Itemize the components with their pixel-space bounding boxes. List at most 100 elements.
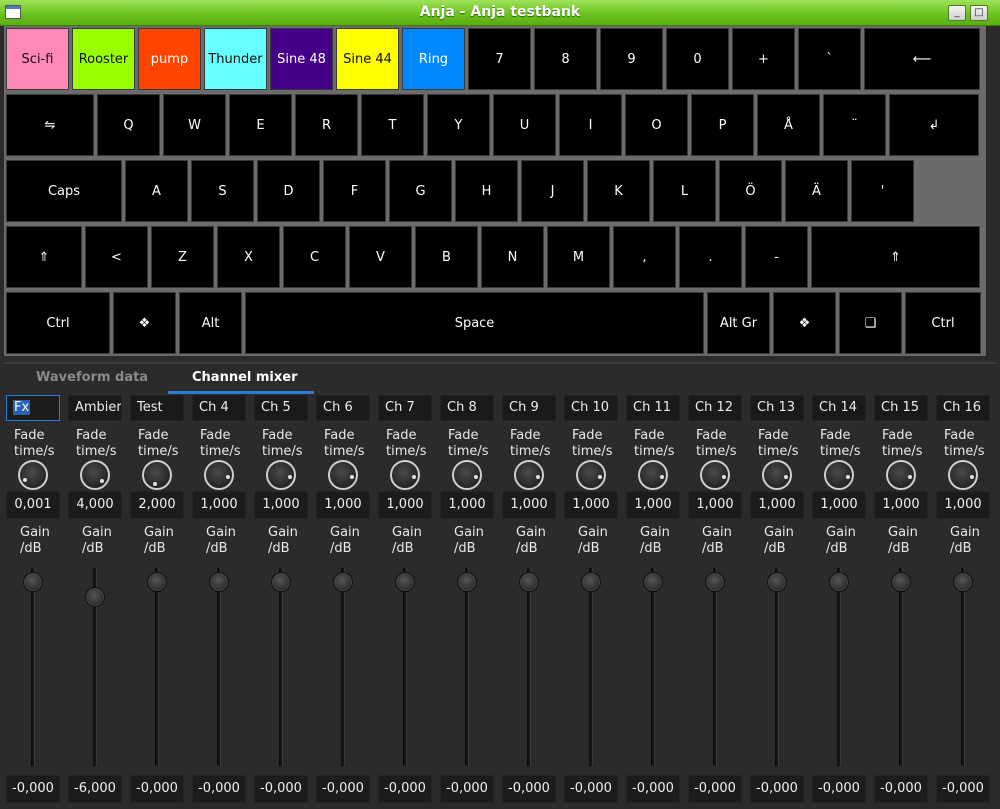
- gain-slider-track[interactable]: [279, 568, 283, 766]
- sound-key-sine-48[interactable]: Sine 48: [270, 28, 333, 90]
- channel-name-field[interactable]: Test: [130, 395, 184, 421]
- gain-slider-track[interactable]: [465, 568, 469, 766]
- gain-slider-handle[interactable]: [457, 572, 477, 592]
- fade-time-knob[interactable]: [514, 460, 544, 490]
- gain-value-field[interactable]: -0,000: [6, 775, 60, 803]
- gain-slider-handle[interactable]: [85, 587, 105, 607]
- fade-time-value-field[interactable]: 4,000: [68, 491, 122, 519]
- gain-value-field[interactable]: -0,000: [192, 775, 246, 803]
- fade-time-knob[interactable]: [700, 460, 730, 490]
- fade-time-value-field[interactable]: 1,000: [874, 491, 928, 519]
- fade-time-value-field[interactable]: 1,000: [254, 491, 308, 519]
- channel-name-field[interactable]: Ch 16: [936, 395, 990, 421]
- super-key[interactable]: ❖: [113, 292, 176, 354]
- sound-key-pump[interactable]: pump: [138, 28, 201, 90]
- channel-name-field[interactable]: Ch 9: [502, 395, 556, 421]
- key-t[interactable]: T: [361, 94, 424, 156]
- gain-slider-track[interactable]: [31, 568, 35, 766]
- key-ä[interactable]: Ä: [785, 160, 848, 222]
- gain-slider-track[interactable]: [961, 568, 965, 766]
- channel-name-field[interactable]: Ch 7: [378, 395, 432, 421]
- gain-slider-handle[interactable]: [147, 572, 167, 592]
- minimize-button[interactable]: _: [948, 5, 966, 21]
- fade-time-knob[interactable]: [762, 460, 792, 490]
- key-o[interactable]: O: [625, 94, 688, 156]
- channel-name-field[interactable]: Ch 15: [874, 395, 928, 421]
- channel-name-field[interactable]: Ambier: [68, 395, 122, 421]
- ctrl-key[interactable]: Ctrl: [6, 292, 110, 354]
- fade-time-value-field[interactable]: 1,000: [378, 491, 432, 519]
- key-k[interactable]: K: [587, 160, 650, 222]
- gain-slider-track[interactable]: [527, 568, 531, 766]
- key-z[interactable]: Z: [151, 226, 214, 288]
- gain-value-field[interactable]: -0,000: [564, 775, 618, 803]
- key-p[interactable]: P: [691, 94, 754, 156]
- channel-name-field[interactable]: Ch 8: [440, 395, 494, 421]
- alt-gr-key[interactable]: Alt Gr: [707, 292, 770, 354]
- fade-time-knob[interactable]: [452, 460, 482, 490]
- gain-slider-handle[interactable]: [23, 572, 43, 592]
- fade-time-value-field[interactable]: 0,001: [6, 491, 60, 519]
- gain-slider-track[interactable]: [589, 568, 593, 766]
- super-key[interactable]: ❖: [773, 292, 836, 354]
- fade-time-knob[interactable]: [390, 460, 420, 490]
- key-q[interactable]: Q: [97, 94, 160, 156]
- key-[interactable]: <: [85, 226, 148, 288]
- gain-slider-handle[interactable]: [705, 572, 725, 592]
- key-v[interactable]: V: [349, 226, 412, 288]
- tab-key[interactable]: ⇋: [6, 94, 94, 156]
- sound-key-ring[interactable]: Ring: [402, 28, 465, 90]
- fade-time-value-field[interactable]: 1,000: [750, 491, 804, 519]
- channel-name-field[interactable]: Fx: [6, 395, 60, 421]
- gain-slider-handle[interactable]: [209, 572, 229, 592]
- gain-slider-track[interactable]: [341, 568, 345, 766]
- gain-slider-track[interactable]: [217, 568, 221, 766]
- gain-value-field[interactable]: -0,000: [812, 775, 866, 803]
- key-[interactable]: `: [798, 28, 861, 90]
- gain-slider-track[interactable]: [651, 568, 655, 766]
- fade-time-value-field[interactable]: 1,000: [626, 491, 680, 519]
- fade-time-knob[interactable]: [638, 460, 668, 490]
- title-bar[interactable]: Anja - Anja testbank _ □: [0, 0, 1000, 26]
- gain-value-field[interactable]: -0,000: [378, 775, 432, 803]
- key-a[interactable]: A: [125, 160, 188, 222]
- channel-name-field[interactable]: Ch 14: [812, 395, 866, 421]
- key-i[interactable]: I: [559, 94, 622, 156]
- key-y[interactable]: Y: [427, 94, 490, 156]
- channel-name-field[interactable]: Ch 6: [316, 395, 370, 421]
- key-m[interactable]: M: [547, 226, 610, 288]
- gain-slider-handle[interactable]: [829, 572, 849, 592]
- gain-slider-track[interactable]: [837, 568, 841, 766]
- gain-value-field[interactable]: -0,000: [626, 775, 680, 803]
- shift-key[interactable]: ⇑: [6, 226, 82, 288]
- key-h[interactable]: H: [455, 160, 518, 222]
- key-n[interactable]: N: [481, 226, 544, 288]
- key-l[interactable]: L: [653, 160, 716, 222]
- gain-value-field[interactable]: -0,000: [874, 775, 928, 803]
- key-[interactable]: ¨: [823, 94, 886, 156]
- key-[interactable]: ': [851, 160, 914, 222]
- gain-slider-handle[interactable]: [271, 572, 291, 592]
- menu-key[interactable]: ❑: [839, 292, 902, 354]
- gain-value-field[interactable]: -0,000: [440, 775, 494, 803]
- key-s[interactable]: S: [191, 160, 254, 222]
- channel-name-field[interactable]: Ch 12: [688, 395, 742, 421]
- enter-key[interactable]: ↲: [889, 94, 979, 156]
- shift-key[interactable]: ⇑: [811, 226, 980, 288]
- backspace-key[interactable]: ⟵: [864, 28, 980, 90]
- key-x[interactable]: X: [217, 226, 280, 288]
- gain-slider-handle[interactable]: [581, 572, 601, 592]
- gain-slider-handle[interactable]: [953, 572, 973, 592]
- fade-time-knob[interactable]: [18, 460, 48, 490]
- fade-time-value-field[interactable]: 1,000: [688, 491, 742, 519]
- key-j[interactable]: J: [521, 160, 584, 222]
- gain-value-field[interactable]: -0,000: [130, 775, 184, 803]
- gain-value-field[interactable]: -6,000: [68, 775, 122, 803]
- gain-slider-handle[interactable]: [767, 572, 787, 592]
- gain-value-field[interactable]: -0,000: [750, 775, 804, 803]
- gain-value-field[interactable]: -0,000: [936, 775, 990, 803]
- key-8[interactable]: 8: [534, 28, 597, 90]
- gain-slider-handle[interactable]: [395, 572, 415, 592]
- key-w[interactable]: W: [163, 94, 226, 156]
- channel-name-field[interactable]: Ch 13: [750, 395, 804, 421]
